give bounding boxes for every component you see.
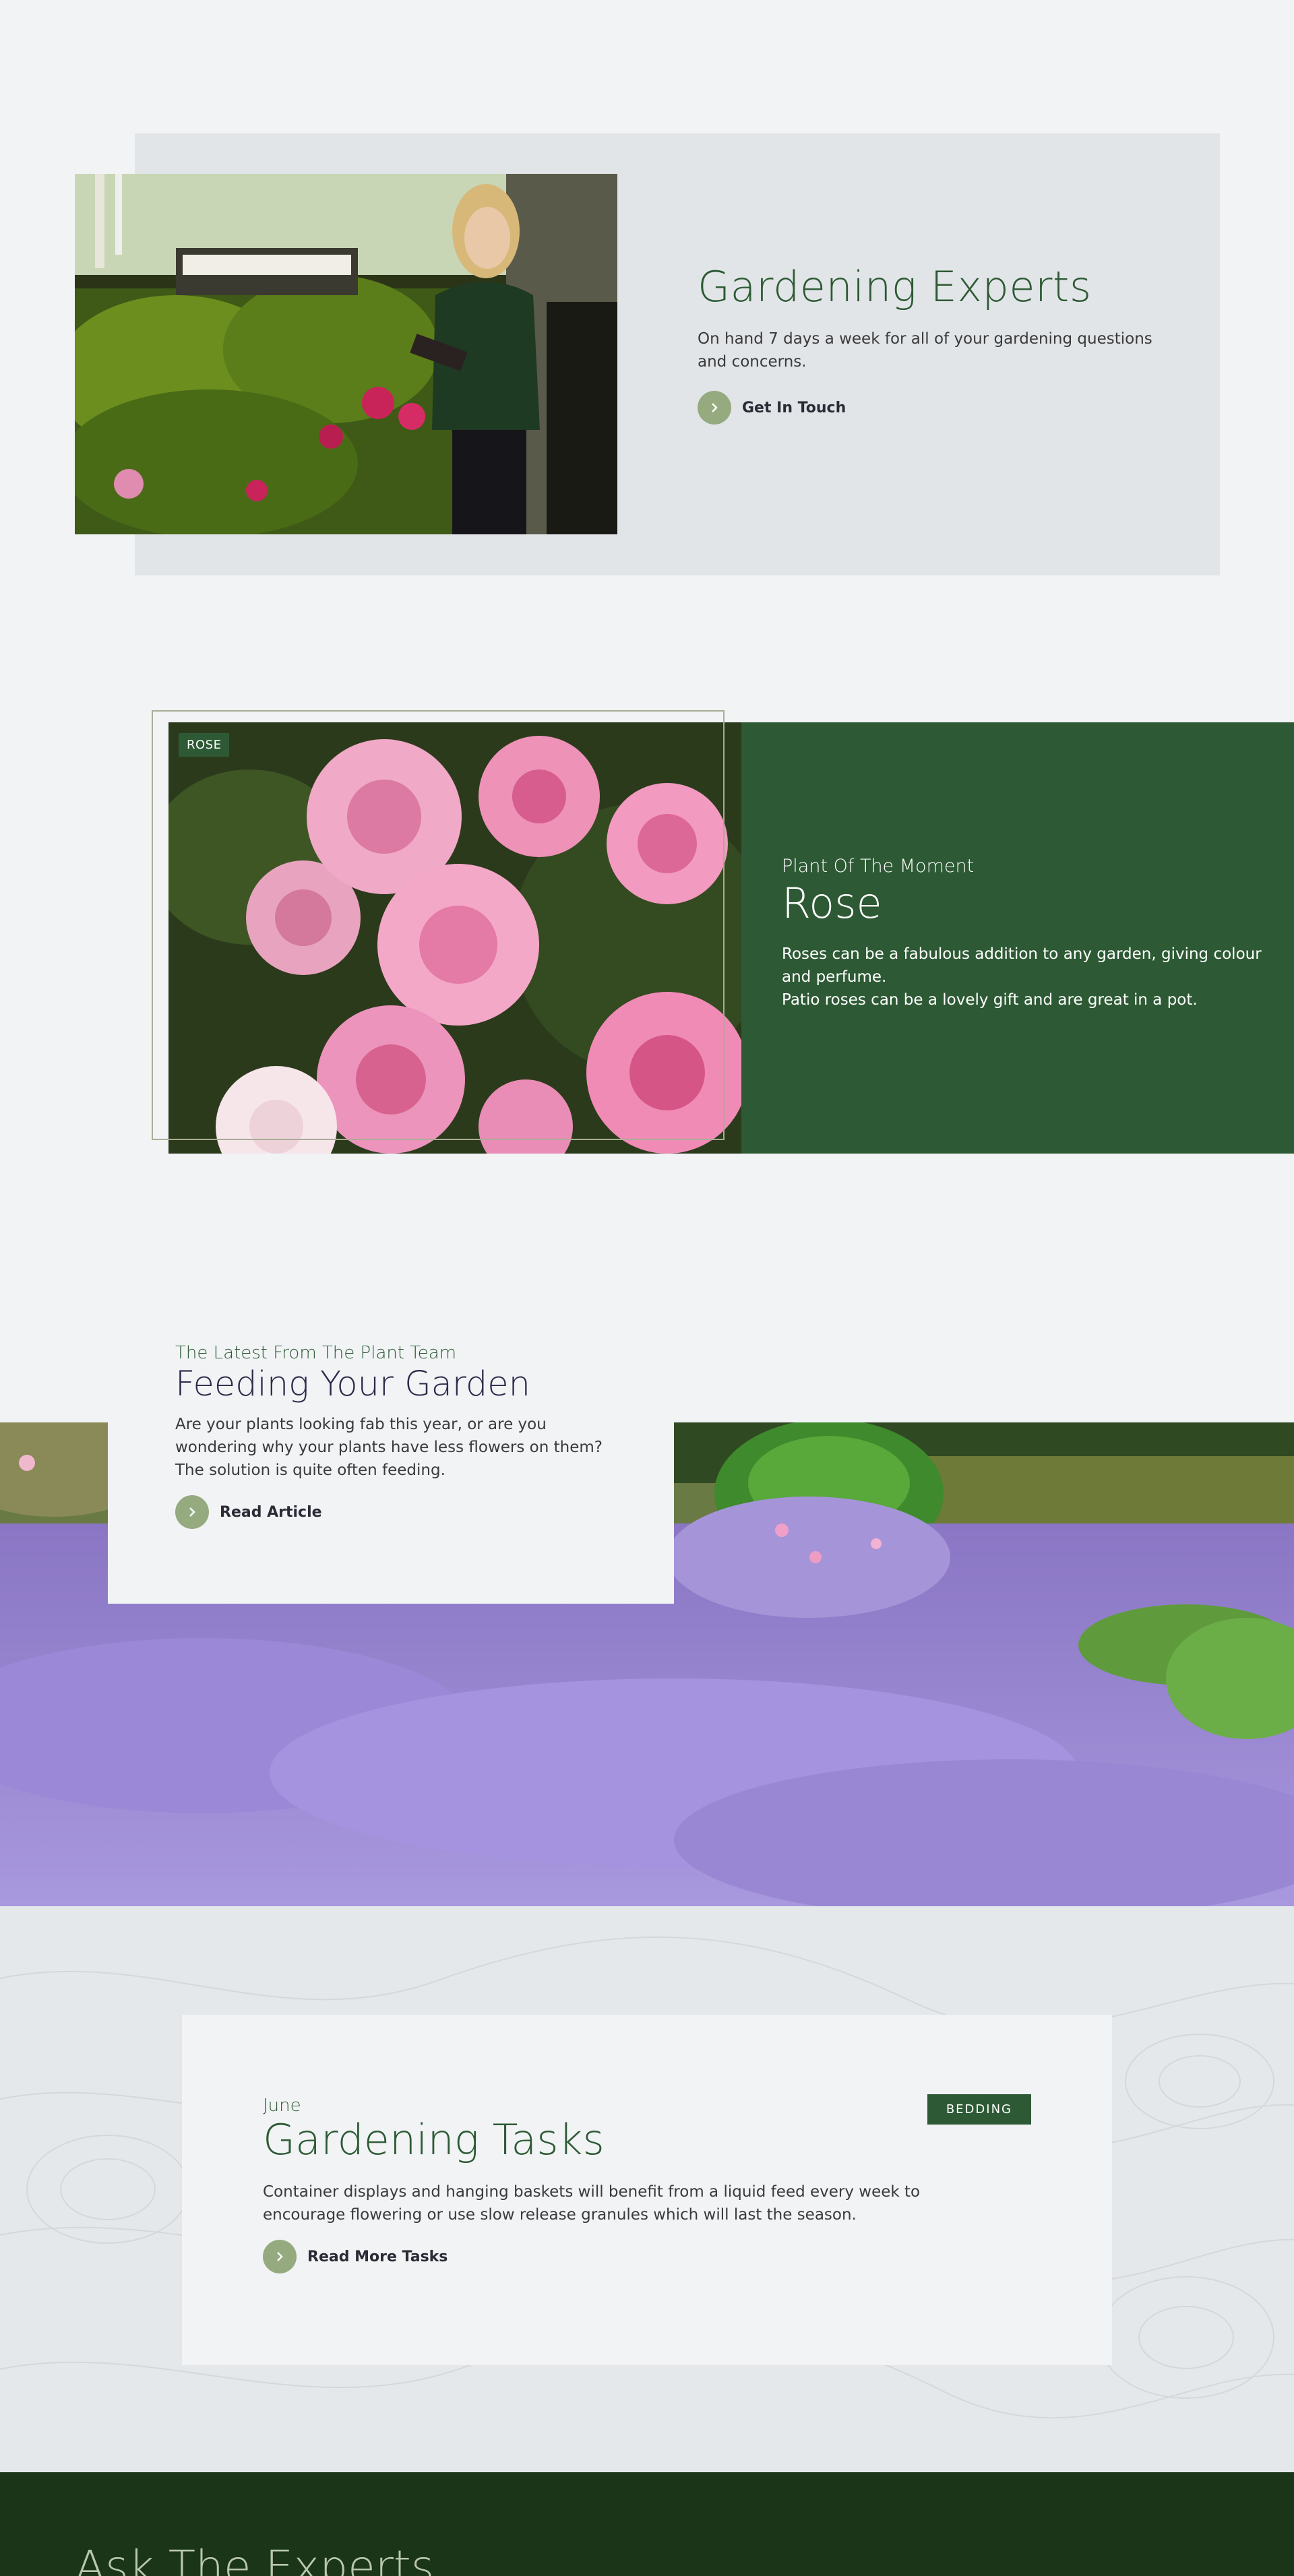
tasks-description: Container displays and hanging baskets w… <box>263 2183 921 2224</box>
plant-of-moment-description-1: Roses can be a fabulous addition to any … <box>782 945 1262 986</box>
plant-of-moment-description-2: Patio roses can be a lovely gift and are… <box>782 991 1198 1009</box>
get-in-touch-label: Get In Touch <box>742 399 846 416</box>
experts-description: On hand 7 days a week for all of your ga… <box>698 330 1152 371</box>
rose-photo-frame <box>152 710 725 1140</box>
read-more-tasks-label: Read More Tasks <box>307 2248 448 2265</box>
feeding-eyebrow: The Latest From The Plant Team <box>175 1343 457 1363</box>
read-article-label: Read Article <box>220 1503 322 1521</box>
plant-of-moment-panel: Plant Of The Moment Rose Roses can be a … <box>741 722 1294 1154</box>
ask-the-experts-title: Ask The Experts <box>75 2541 435 2576</box>
plant-of-moment-content: Plant Of The Moment Rose Roses can be a … <box>782 856 1267 1011</box>
chevron-right-icon <box>698 391 731 425</box>
read-article-link[interactable]: Read Article <box>175 1495 607 1530</box>
read-more-tasks-link[interactable]: Read More Tasks <box>263 2240 1031 2274</box>
feeding-article-card: The Latest From The Plant Team Feeding Y… <box>108 1324 674 1604</box>
ask-the-experts-section: Ask The Experts <box>0 2472 1294 2576</box>
chevron-right-icon <box>175 1495 209 1530</box>
plant-of-moment-eyebrow: Plant Of The Moment <box>782 856 975 877</box>
experts-title: Gardening Experts <box>698 262 1092 311</box>
experts-text: Gardening Experts On hand 7 days a week … <box>698 262 1169 425</box>
rose-tag: ROSE <box>179 733 230 757</box>
tasks-month: June <box>263 2096 301 2116</box>
feeding-description-2: The solution is quite often feeding. <box>175 1462 445 1480</box>
gardening-tasks-content: June Gardening Tasks Container displays … <box>263 2096 1031 2274</box>
gardening-tasks-card: BEDDING June Gardening Tasks Container d… <box>182 2015 1112 2365</box>
feeding-description-1: Are your plants looking fab this year, o… <box>175 1416 603 1457</box>
feeding-title: Feeding Your Garden <box>175 1364 530 1404</box>
plant-of-moment-title: Rose <box>782 879 882 928</box>
tasks-title: Gardening Tasks <box>263 2115 605 2164</box>
feeding-description: Are your plants looking fab this year, o… <box>175 1413 607 1482</box>
gardening-expert-photo <box>75 174 617 534</box>
get-in-touch-link[interactable]: Get In Touch <box>698 391 1169 425</box>
chevron-right-icon <box>263 2240 297 2274</box>
